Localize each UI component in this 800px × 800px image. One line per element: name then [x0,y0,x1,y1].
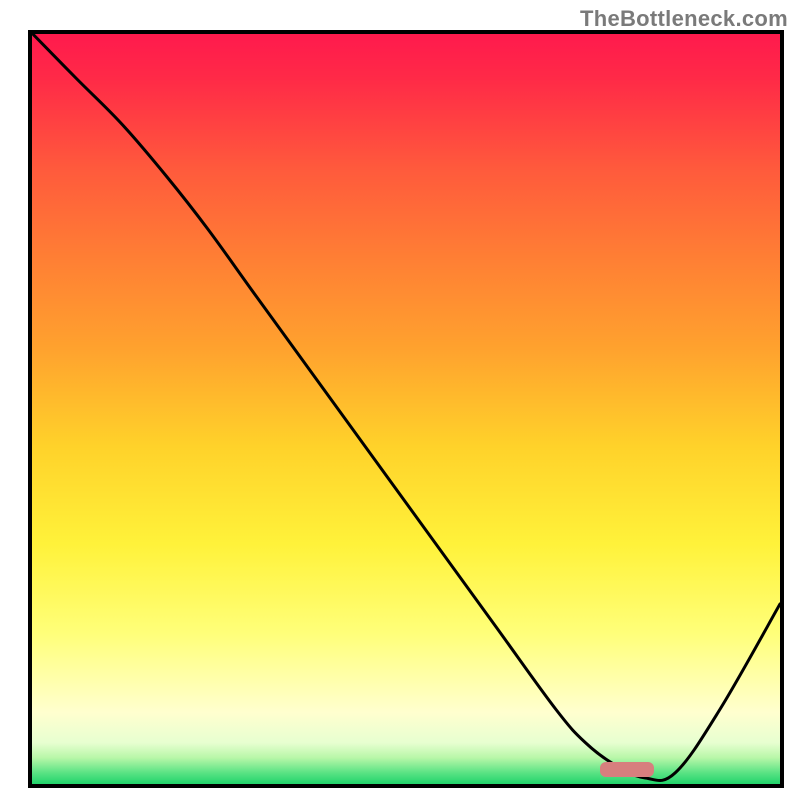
minimum-marker [600,762,654,777]
bottleneck-curve [32,34,780,784]
watermark-text: TheBottleneck.com [580,6,788,32]
series-bottleneck-curve [34,35,781,781]
chart-stage: TheBottleneck.com [0,0,800,800]
